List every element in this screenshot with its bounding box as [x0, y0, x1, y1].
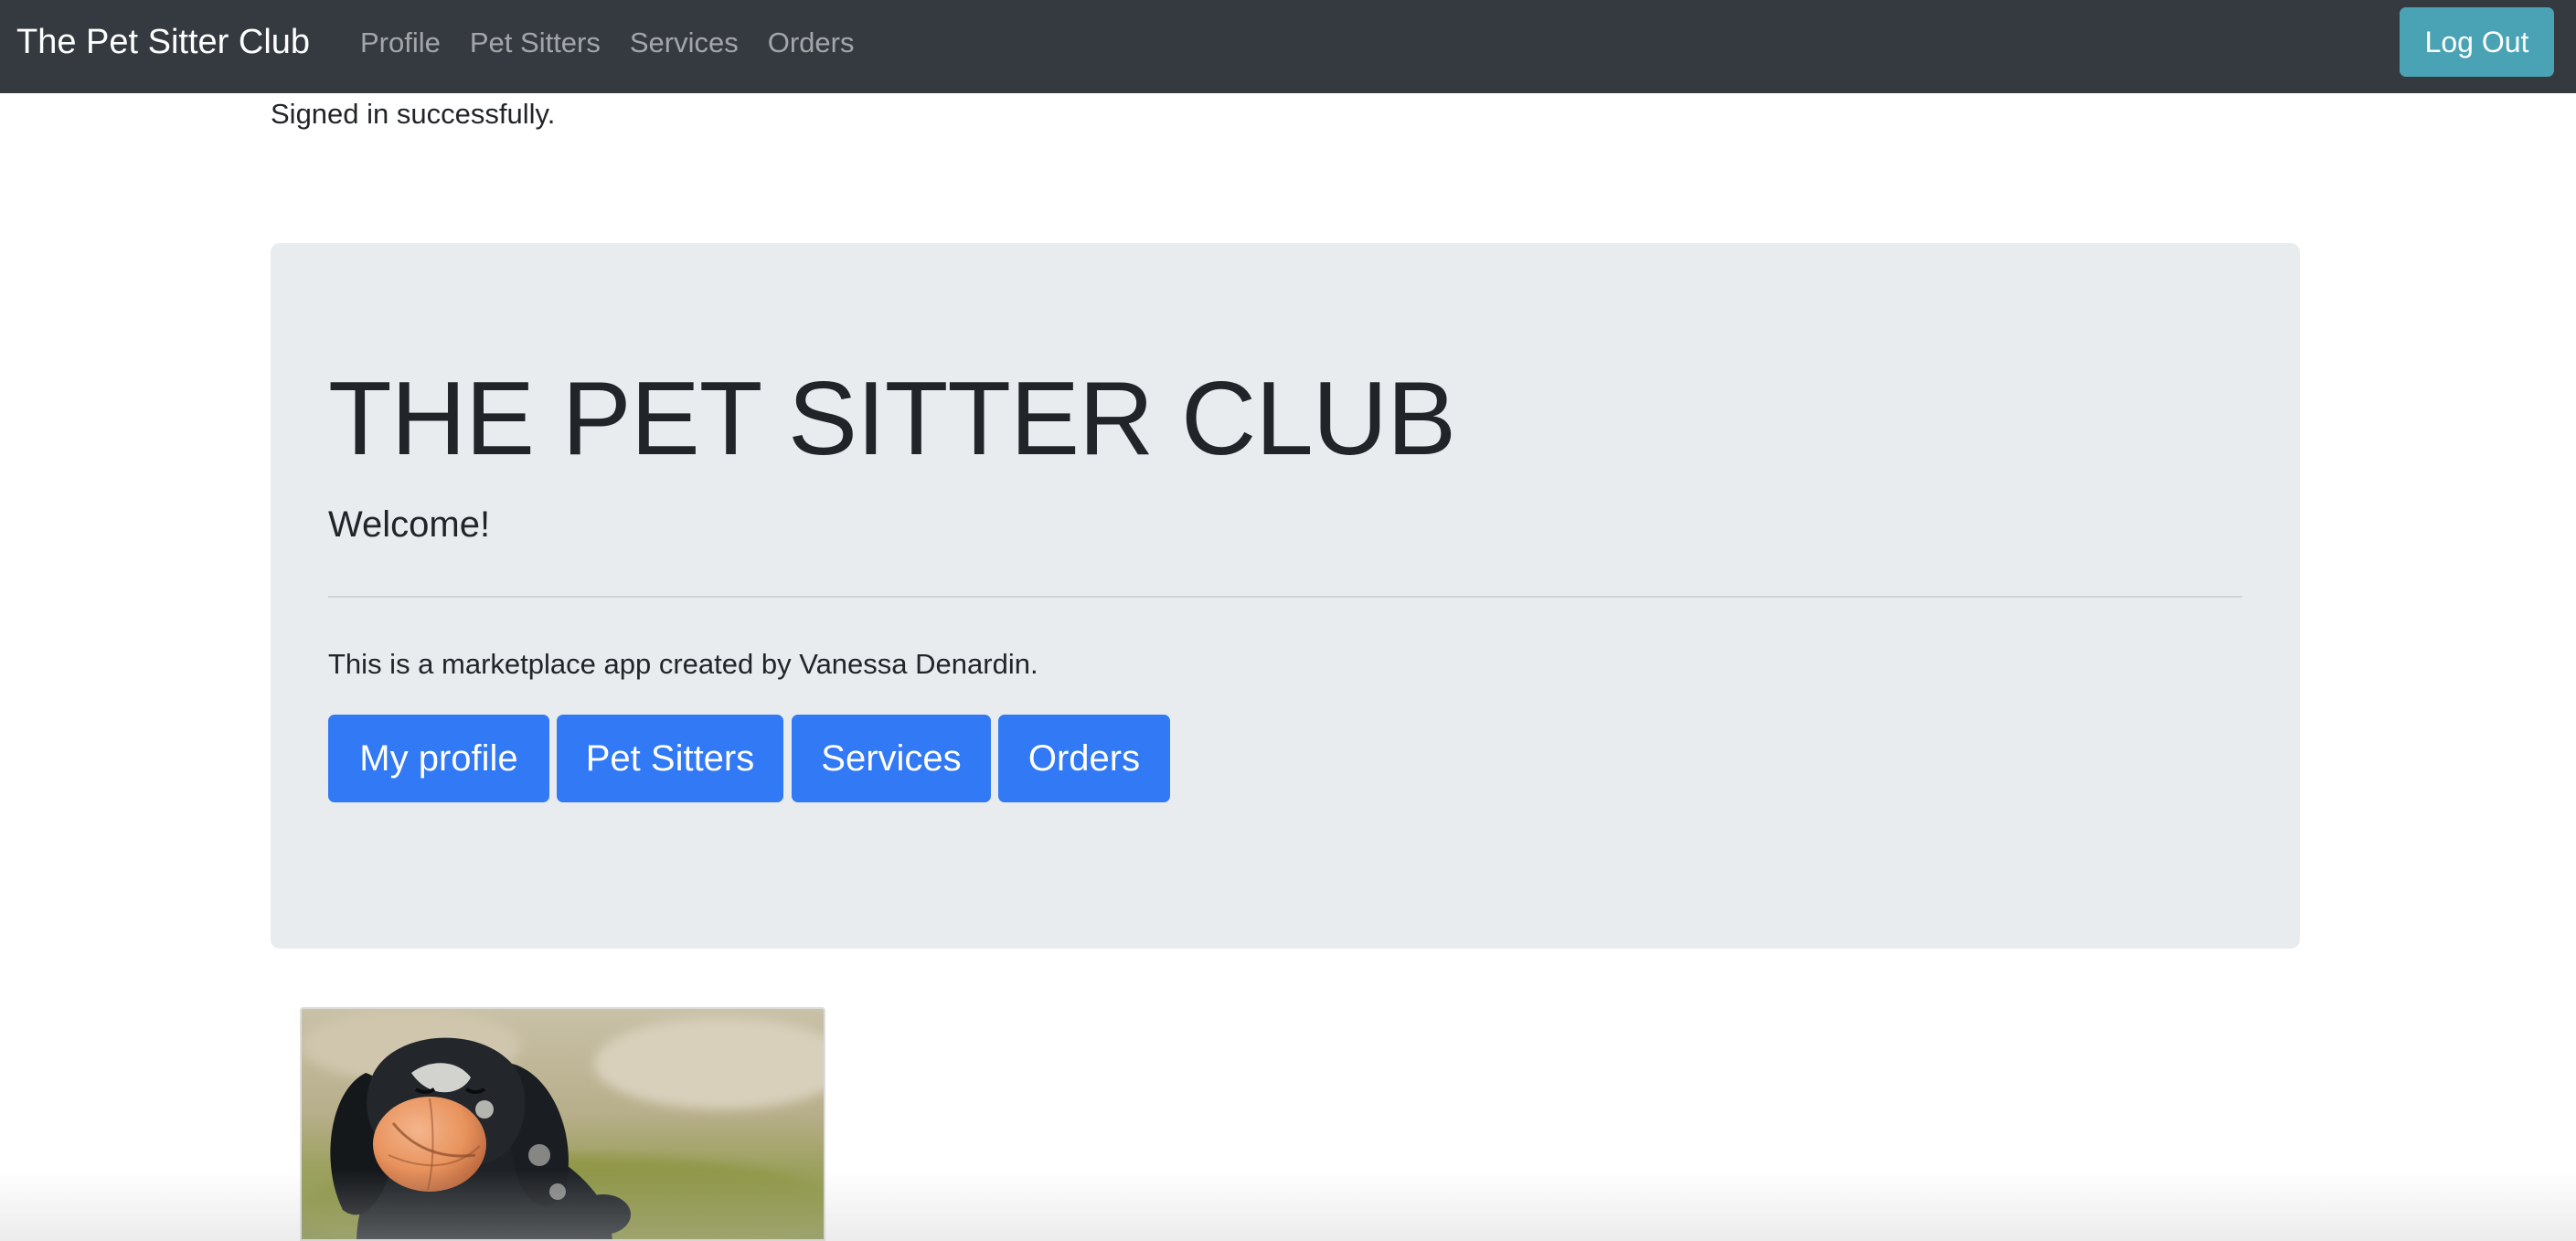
nav-link-orders[interactable]: Orders: [768, 25, 855, 61]
orders-button[interactable]: Orders: [998, 715, 1170, 802]
navbar-brand[interactable]: The Pet Sitter Club: [16, 20, 310, 64]
flash-notice: Signed in successfully.: [271, 98, 556, 130]
services-button[interactable]: Services: [792, 715, 991, 802]
my-profile-button[interactable]: My profile: [328, 715, 549, 802]
app-description: This is a marketplace app created by Van…: [328, 648, 1038, 680]
logout-button[interactable]: Log Out: [2400, 7, 2554, 77]
navbar-links: Profile Pet Sitters Services Orders: [360, 25, 855, 61]
nav-link-services[interactable]: Services: [630, 25, 739, 61]
pet-sitters-button[interactable]: Pet Sitters: [557, 715, 783, 802]
dog-photo: [300, 1007, 825, 1241]
nav-link-pet-sitters[interactable]: Pet Sitters: [470, 25, 601, 61]
nav-link-profile[interactable]: Profile: [360, 25, 441, 61]
hero-jumbotron: THE PET SITTER CLUB Welcome! This is a m…: [271, 243, 2300, 949]
divider: [328, 596, 2242, 598]
welcome-lead: Welcome!: [328, 504, 491, 545]
top-navbar: The Pet Sitter Club Profile Pet Sitters …: [0, 0, 2576, 93]
page-title: THE PET SITTER CLUB: [328, 361, 1456, 477]
